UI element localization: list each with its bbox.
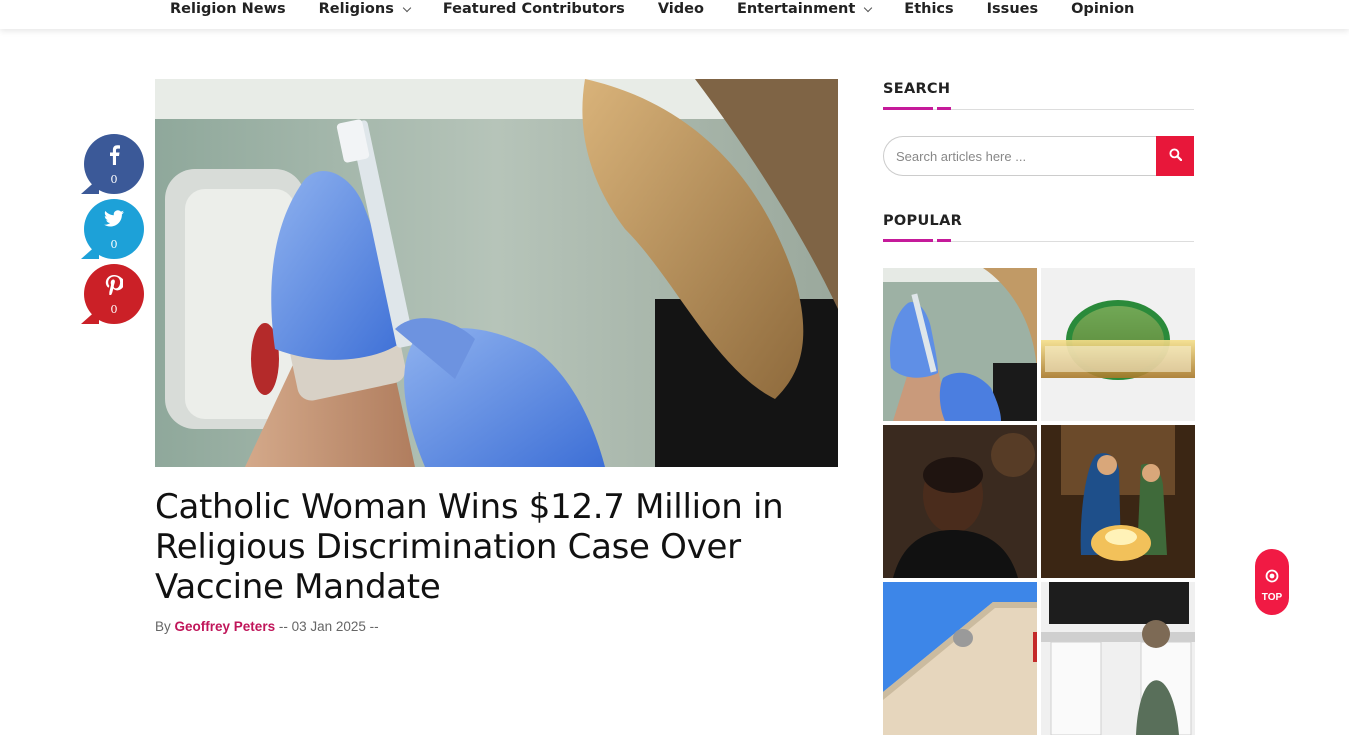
facebook-share-count: 0 (110, 173, 118, 186)
heading-underline (883, 239, 933, 242)
pinterest-icon (84, 275, 144, 297)
popular-widget-heading: POPULAR (883, 212, 1194, 242)
popular-post-thumbnail[interactable] (883, 425, 1037, 578)
nav-item-label: Religions (318, 1, 394, 17)
twitter-icon (84, 210, 144, 232)
facebook-share-button[interactable]: 0 (81, 134, 144, 194)
search-input[interactable] (883, 136, 1156, 176)
nav-menu: Religion News Religions Featured Contrib… (170, 0, 1167, 18)
search-heading: SEARCH (883, 81, 951, 97)
byline-prefix: By (155, 619, 171, 634)
twitter-share-button[interactable]: 0 (81, 199, 144, 259)
top-navigation-bar: Religion News Religions Featured Contrib… (0, 0, 1349, 29)
nav-item-entertainment[interactable]: Entertainment (736, 1, 873, 17)
nav-item-video[interactable]: Video (658, 1, 704, 17)
back-to-top-button[interactable]: TOP (1255, 549, 1289, 615)
popular-post-thumbnail[interactable] (883, 268, 1037, 421)
nav-item-issues[interactable]: Issues (987, 1, 1038, 17)
heading-underline (883, 107, 933, 110)
nav-item-label: Video (657, 1, 704, 17)
nav-item-label: Religion News (170, 1, 286, 17)
article-featured-image[interactable] (155, 79, 838, 467)
heading-underline-accent (937, 239, 951, 242)
article-date: -- 03 Jan 2025 -- (278, 619, 379, 634)
nav-item-religions[interactable]: Religions (318, 1, 412, 17)
share-bubble: 0 (84, 199, 144, 259)
nav-item-label: Entertainment (736, 1, 856, 17)
heading-underline-accent (937, 107, 951, 110)
nav-item-ethics[interactable]: Ethics (904, 1, 953, 17)
twitter-share-count: 0 (110, 238, 118, 251)
share-bubble: 0 (84, 264, 144, 324)
search-button[interactable] (1156, 136, 1194, 176)
search-form (883, 136, 1194, 176)
pinterest-share-count: 0 (110, 303, 118, 316)
nav-item-religion-news[interactable]: Religion News (170, 1, 286, 17)
search-icon (1168, 148, 1182, 164)
popular-post-thumbnail[interactable] (883, 582, 1037, 735)
author-link[interactable]: Geoffrey Peters (175, 619, 276, 634)
back-to-top-label: TOP (1261, 592, 1283, 603)
nav-item-opinion[interactable]: Opinion (1071, 1, 1134, 17)
nav-item-label: Ethics (904, 1, 954, 17)
popular-post-thumbnail[interactable] (1041, 425, 1195, 578)
share-bubble: 0 (84, 134, 144, 194)
popular-post-thumbnail[interactable] (1041, 582, 1195, 735)
chevron-down-icon (402, 3, 412, 12)
chevron-down-icon (864, 3, 873, 12)
article-byline: By Geoffrey Peters -- 03 Jan 2025 -- (155, 619, 379, 634)
nav-item-label: Opinion (1071, 1, 1135, 17)
facebook-icon (84, 145, 144, 167)
nav-item-label: Featured Contributors (442, 1, 625, 17)
nav-item-featured-contributors[interactable]: Featured Contributors (443, 1, 625, 17)
popular-heading: POPULAR (883, 213, 963, 229)
nav-item-label: Issues (986, 1, 1039, 17)
pinterest-share-button[interactable]: 0 (81, 264, 144, 324)
target-icon (1265, 569, 1279, 588)
search-widget-heading: SEARCH (883, 80, 1194, 110)
popular-post-thumbnail[interactable] (1041, 268, 1195, 421)
article-title: Catholic Woman Wins $12.7 Million in Rel… (155, 487, 784, 607)
